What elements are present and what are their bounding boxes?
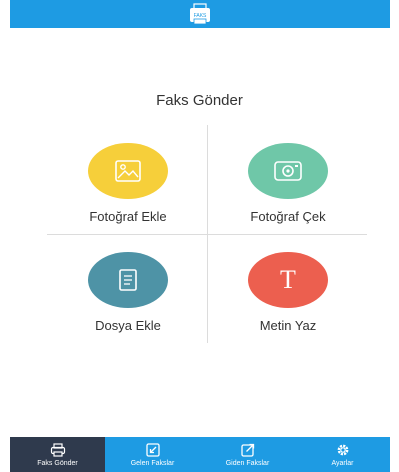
add-file-button[interactable]: Dosya Ekle [48, 252, 208, 333]
write-text-button[interactable]: T Metin Yaz [208, 252, 368, 333]
write-text-label: Metin Yaz [259, 318, 317, 333]
take-photo-label: Fotoğraf Çek [250, 209, 326, 224]
tab-send-fax[interactable]: Faks Gönder [10, 437, 105, 472]
tab-incoming-faxes[interactable]: Gelen Fakslar [105, 437, 200, 472]
tab-label: Gelen Fakslar [130, 459, 175, 467]
page-title: Faks Gönder [156, 92, 243, 109]
tab-label: Giden Fakslar [225, 459, 270, 467]
add-photo-circle [88, 143, 168, 199]
gear-icon [337, 444, 348, 455]
add-file-circle [88, 252, 168, 308]
text-icon: T [280, 265, 296, 294]
image-icon [115, 160, 141, 182]
grid-divider-horizontal [47, 234, 367, 235]
logo-text: FAKS [194, 13, 207, 19]
add-file-label: Dosya Ekle [95, 318, 161, 333]
fax-machine-icon: FAKS [190, 3, 210, 25]
add-photo-button[interactable]: Fotoğraf Ekle [48, 143, 208, 224]
fax-icon [50, 442, 65, 457]
take-photo-circle [248, 143, 328, 199]
tab-label: Faks Gönder [37, 459, 78, 467]
outgoing-icon [240, 443, 254, 457]
add-photo-label: Fotoğraf Ekle [89, 209, 167, 224]
incoming-icon [145, 442, 160, 457]
bottom-tab-bar: Faks Gönder Gelen Fakslar Giden Fakslar … [10, 437, 390, 472]
document-icon [119, 269, 137, 291]
tab-settings[interactable]: Ayarlar [295, 437, 390, 472]
tab-label: Ayarlar [331, 459, 354, 467]
take-photo-button[interactable]: Fotoğraf Çek [208, 143, 368, 224]
camera-icon [274, 161, 302, 181]
write-text-circle: T [248, 252, 328, 308]
tab-outgoing-faxes[interactable]: Giden Fakslar [200, 437, 295, 472]
top-bar: FAKS [10, 0, 390, 28]
